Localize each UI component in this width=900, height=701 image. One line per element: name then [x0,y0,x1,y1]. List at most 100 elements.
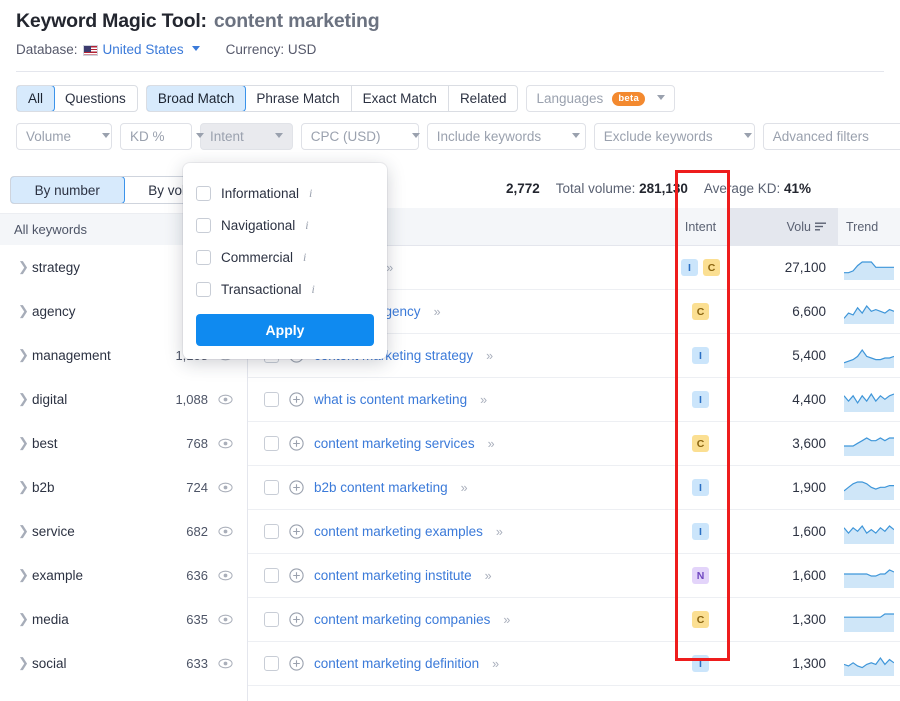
chevron-down-icon[interactable] [192,46,200,51]
sidebar-group-item[interactable]: ❯service682 [0,509,247,553]
chevron-down-icon[interactable] [196,133,204,138]
chevron-right-icon[interactable]: ❯ [18,391,32,407]
keyword-link[interactable]: content marketing examples [314,524,483,539]
row-checkbox[interactable] [264,436,279,451]
sidebar-group-item[interactable]: ❯social633 [0,641,247,685]
toggle-by-number[interactable]: By number [10,176,125,204]
sidebar-group-item[interactable]: ❯media635 [0,597,247,641]
database-value[interactable]: United States [103,42,184,57]
chevron-down-icon[interactable] [657,95,665,100]
filter-volume[interactable]: Volume [16,123,112,150]
info-icon[interactable]: i [303,250,306,265]
expand-keyword-icon[interactable]: » [434,305,440,319]
segmented-match-types[interactable]: Broad Match Phrase Match Exact Match Rel… [146,85,519,112]
filter-advanced[interactable]: Advanced filters [763,123,900,150]
expand-keyword-icon[interactable]: » [461,481,467,495]
intent-option-navigational[interactable]: Navigationali [196,209,374,241]
tab-phrase-match[interactable]: Phrase Match [245,86,351,111]
expand-keyword-icon[interactable]: » [485,569,491,583]
intent-option-commercial[interactable]: Commerciali [196,241,374,273]
sidebar-group-item[interactable]: ❯b2b724 [0,465,247,509]
table-row[interactable]: content marketing institute»N1,600 [248,554,900,598]
keyword-link[interactable]: content marketing institute [314,568,472,583]
expand-keyword-icon[interactable]: » [486,349,492,363]
intent-filter-dropdown[interactable]: InformationaliNavigationaliCommercialiTr… [183,163,387,359]
chevron-right-icon[interactable]: ❯ [18,259,32,275]
chevron-right-icon[interactable]: ❯ [18,655,32,671]
filter-intent[interactable]: Intent [200,123,293,150]
expand-keyword-icon[interactable]: » [492,657,498,671]
tab-related[interactable]: Related [449,86,518,111]
tab-questions[interactable]: Questions [54,86,137,111]
sidebar-group-item[interactable]: ❯example636 [0,553,247,597]
intent-option-informational[interactable]: Informationali [196,177,374,209]
chevron-right-icon[interactable]: ❯ [18,479,32,495]
apply-button[interactable]: Apply [196,314,374,346]
chevron-down-icon[interactable] [102,133,110,138]
intent-option-transactional[interactable]: Transactionali [196,273,374,305]
keyword-link[interactable]: b2b content marketing [314,480,448,495]
filter-exclude-keywords[interactable]: Exclude keywords [594,123,755,150]
keyword-link[interactable]: content marketing services [314,436,475,451]
checkbox[interactable] [196,186,211,201]
keyword-link[interactable]: content marketing definition [314,656,479,671]
row-checkbox[interactable] [264,656,279,671]
languages-filter[interactable]: Languages beta [526,85,675,112]
expand-keyword-icon[interactable]: » [386,261,392,275]
table-row[interactable]: what is content marketing»I4,400 [248,378,900,422]
tab-broad-match[interactable]: Broad Match [146,85,247,112]
info-icon[interactable]: i [305,218,308,233]
chevron-down-icon[interactable] [572,133,580,138]
column-header-intent[interactable]: Intent [673,220,728,234]
add-keyword-icon[interactable] [289,612,304,627]
row-checkbox[interactable] [264,524,279,539]
expand-keyword-icon[interactable]: » [503,613,509,627]
checkbox[interactable] [196,218,211,233]
sort-descending-icon[interactable] [815,220,826,234]
checkbox[interactable] [196,250,211,265]
expand-keyword-icon[interactable]: » [496,525,502,539]
chevron-down-icon[interactable] [744,133,752,138]
expand-keyword-icon[interactable]: » [480,393,486,407]
expand-keyword-icon[interactable]: » [488,437,494,451]
info-icon[interactable]: i [312,282,315,297]
chevron-right-icon[interactable]: ❯ [18,523,32,539]
filter-include-keywords[interactable]: Include keywords [427,123,586,150]
row-checkbox[interactable] [264,392,279,407]
table-row[interactable]: b2b content marketing»I1,900 [248,466,900,510]
row-checkbox[interactable] [264,480,279,495]
chevron-right-icon[interactable]: ❯ [18,567,32,583]
chevron-right-icon[interactable]: ❯ [18,303,32,319]
add-keyword-icon[interactable] [289,436,304,451]
column-header-volume[interactable]: Volu [728,208,838,246]
table-row[interactable]: content marketing definition»I1,300 [248,642,900,686]
table-row[interactable]: content marketing companies»C1,300 [248,598,900,642]
row-checkbox[interactable] [264,612,279,627]
tab-all[interactable]: All [16,85,55,112]
keyword-link[interactable]: what is content marketing [314,392,467,407]
chevron-right-icon[interactable]: ❯ [18,435,32,451]
row-checkbox[interactable] [264,568,279,583]
add-keyword-icon[interactable] [289,568,304,583]
table-row[interactable]: content marketing examples»I1,600 [248,510,900,554]
add-keyword-icon[interactable] [289,480,304,495]
chevron-down-icon[interactable] [412,133,420,138]
column-header-trend[interactable]: Trend [838,220,900,234]
info-icon[interactable]: i [309,186,312,201]
sidebar-group-item[interactable]: ❯digital1,088 [0,377,247,421]
add-keyword-icon[interactable] [289,524,304,539]
add-keyword-icon[interactable] [289,656,304,671]
chevron-right-icon[interactable]: ❯ [18,611,32,627]
segmented-all-questions[interactable]: All Questions [16,85,138,112]
checkbox[interactable] [196,282,211,297]
sidebar-group-item[interactable]: ❯best768 [0,421,247,465]
database-selector[interactable]: Database: United States [16,42,200,57]
filter-kd[interactable]: KD % [120,123,192,150]
tab-exact-match[interactable]: Exact Match [352,86,449,111]
table-row[interactable]: content marketing services»C3,600 [248,422,900,466]
filter-cpc[interactable]: CPC (USD) [301,123,419,150]
keyword-link[interactable]: content marketing companies [314,612,490,627]
chevron-down-icon[interactable] [275,133,283,138]
add-keyword-icon[interactable] [289,392,304,407]
chevron-right-icon[interactable]: ❯ [18,347,32,363]
